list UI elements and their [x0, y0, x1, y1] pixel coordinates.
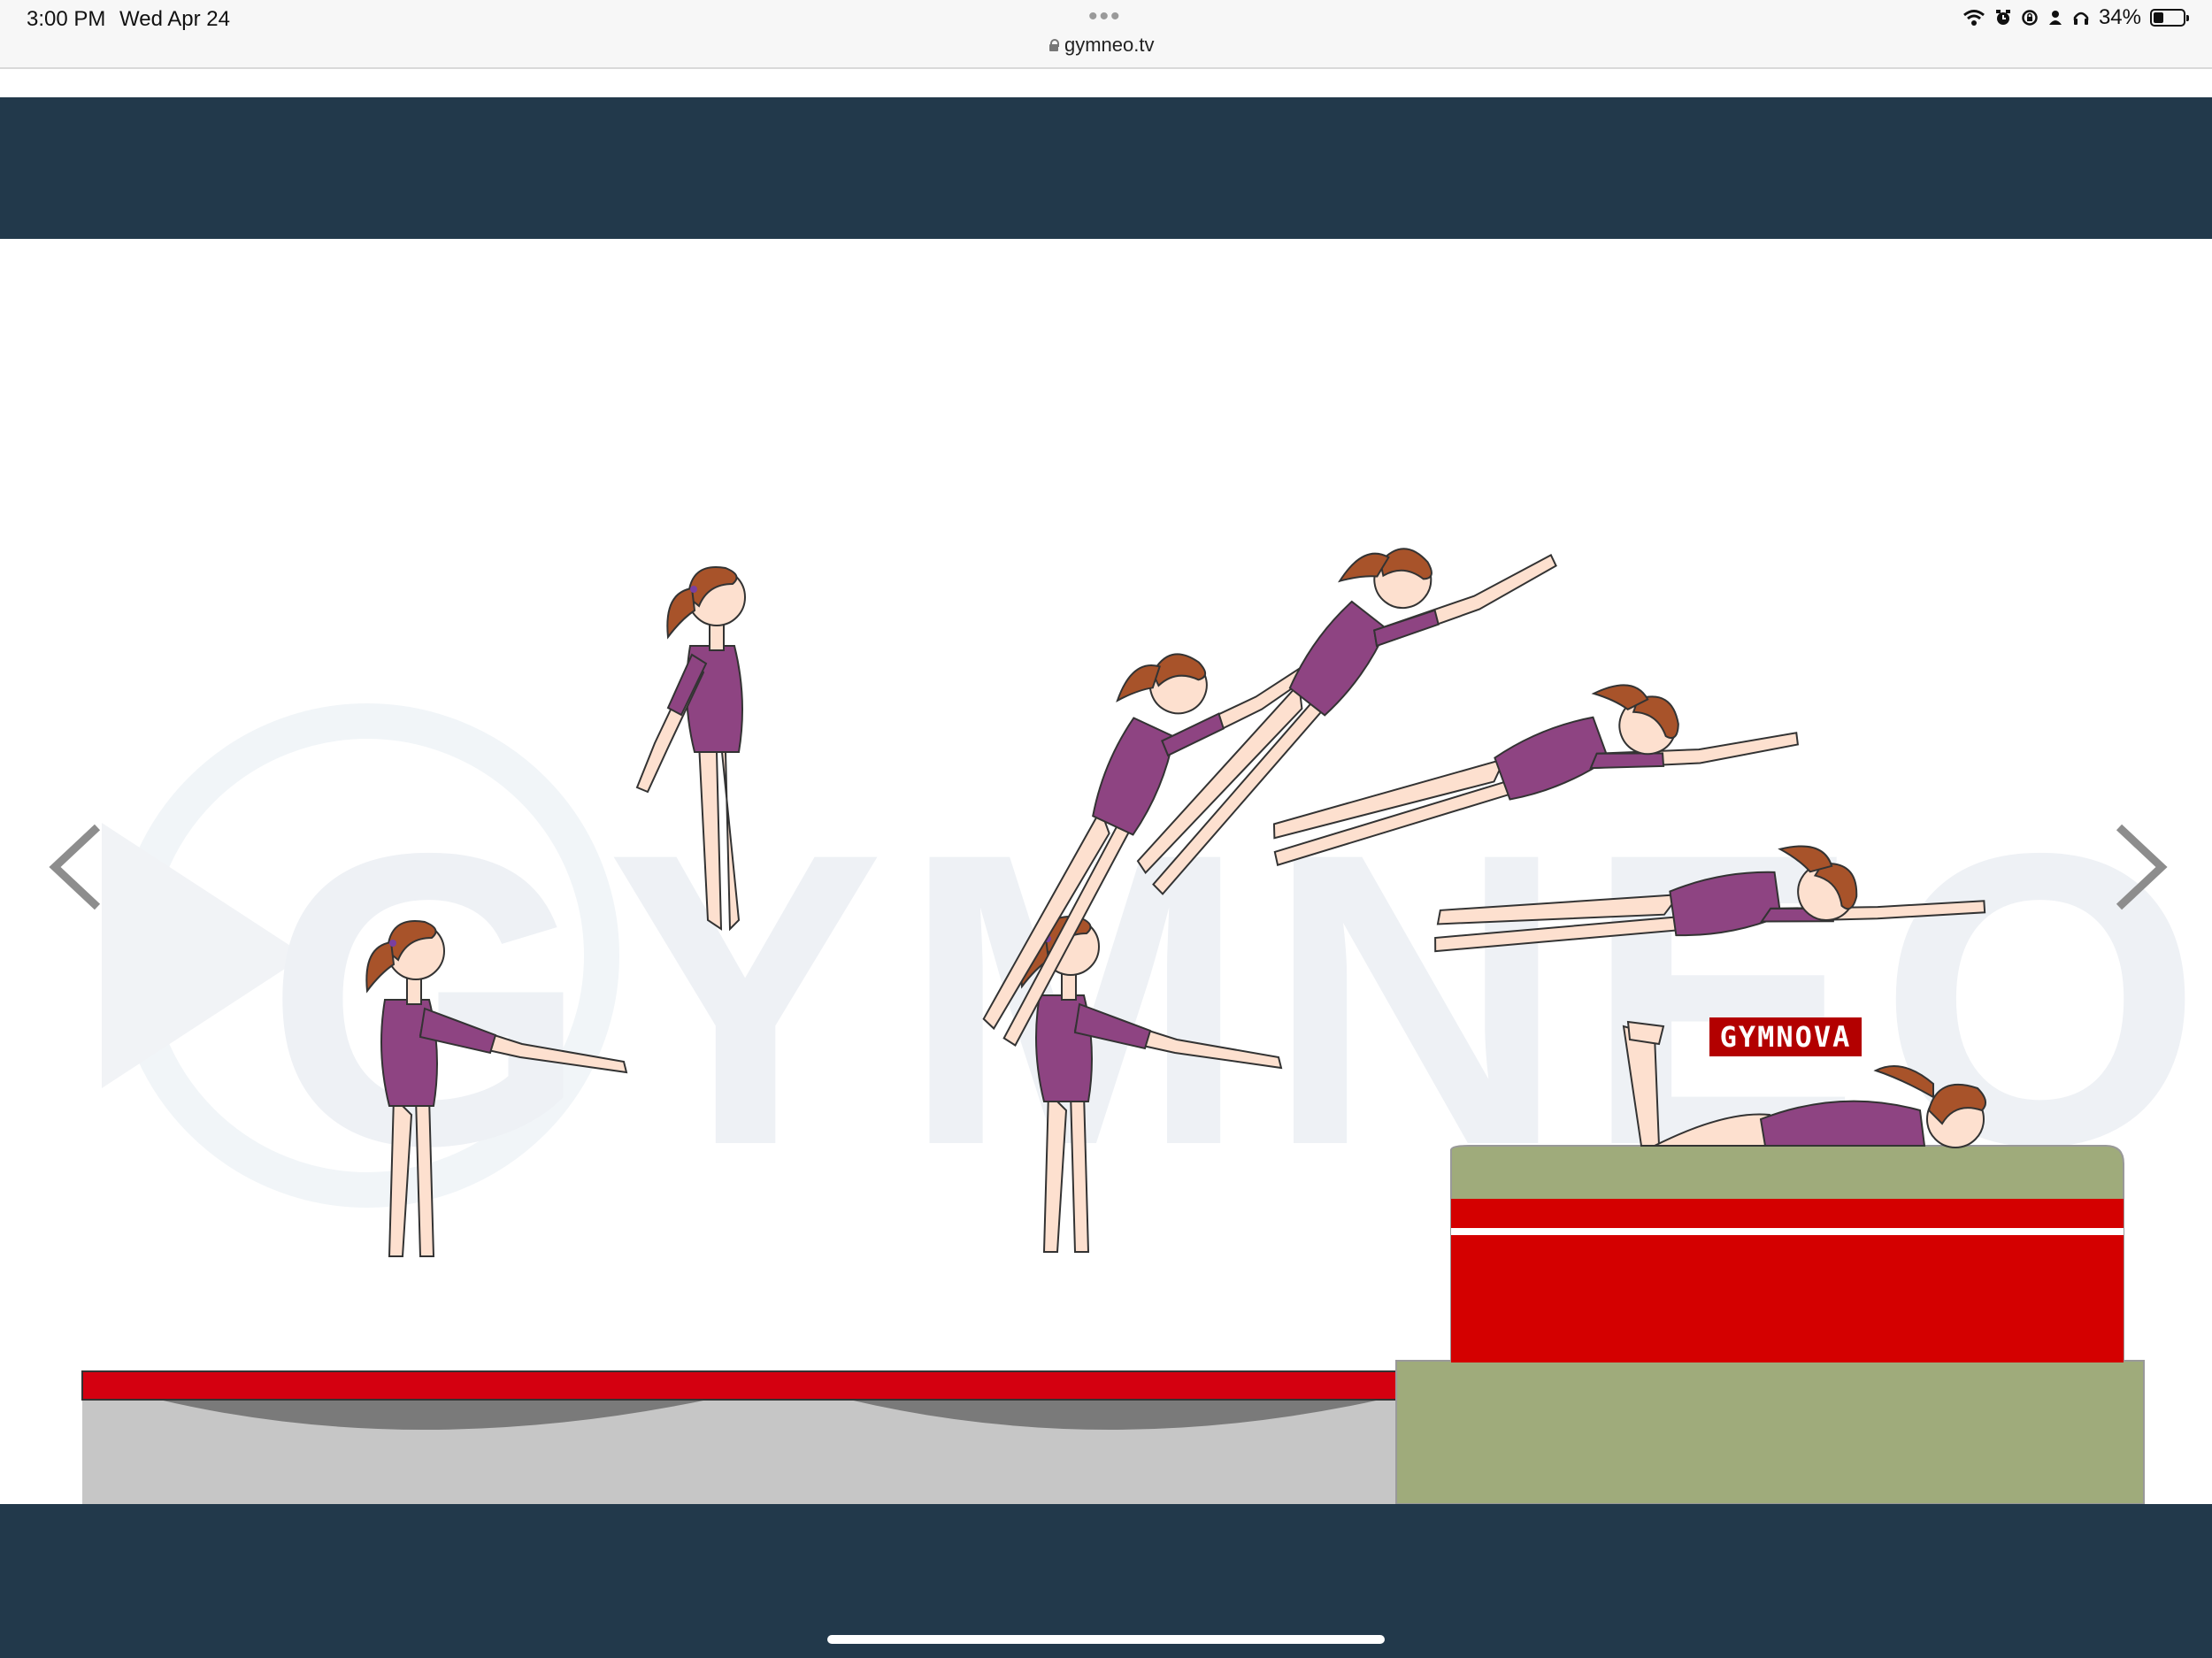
lock-icon	[1048, 39, 1059, 51]
status-date: Wed Apr 24	[119, 7, 230, 31]
vault-illustration	[81, 548, 2145, 1504]
url-text: gymneo.tv	[1064, 34, 1155, 56]
status-icons: 34%	[1962, 5, 2189, 30]
battery-level-fill	[2154, 12, 2163, 23]
address-bar[interactable]: gymneo.tv	[1048, 34, 1155, 57]
home-indicator[interactable]	[827, 1635, 1385, 1644]
slide-stage: GYMNEO GYMNOVA	[0, 239, 2212, 1504]
vault-brand-label: GYMNOVA	[1709, 1017, 1862, 1056]
battery-percent: 34%	[2098, 5, 2141, 29]
site-header-band	[0, 97, 2212, 239]
browser-menu-dots[interactable]: •••	[1088, 2, 1122, 32]
next-slide-button[interactable]	[2110, 814, 2181, 920]
previous-slide-button[interactable]	[35, 814, 106, 920]
screen-lock-icon	[2022, 10, 2038, 26]
alarm-icon	[1995, 10, 2010, 25]
status-bar: 3:00 PM Wed Apr 24 ••• gymneo.tv 34%	[0, 0, 2212, 69]
person-icon	[2048, 11, 2062, 25]
headphones-icon	[2073, 12, 2089, 25]
chevron-right-icon	[2116, 824, 2168, 910]
battery-icon	[2150, 9, 2189, 27]
status-time: 3:00 PM	[27, 7, 106, 31]
chevron-left-icon	[49, 824, 101, 910]
wifi-icon	[1963, 10, 1985, 26]
